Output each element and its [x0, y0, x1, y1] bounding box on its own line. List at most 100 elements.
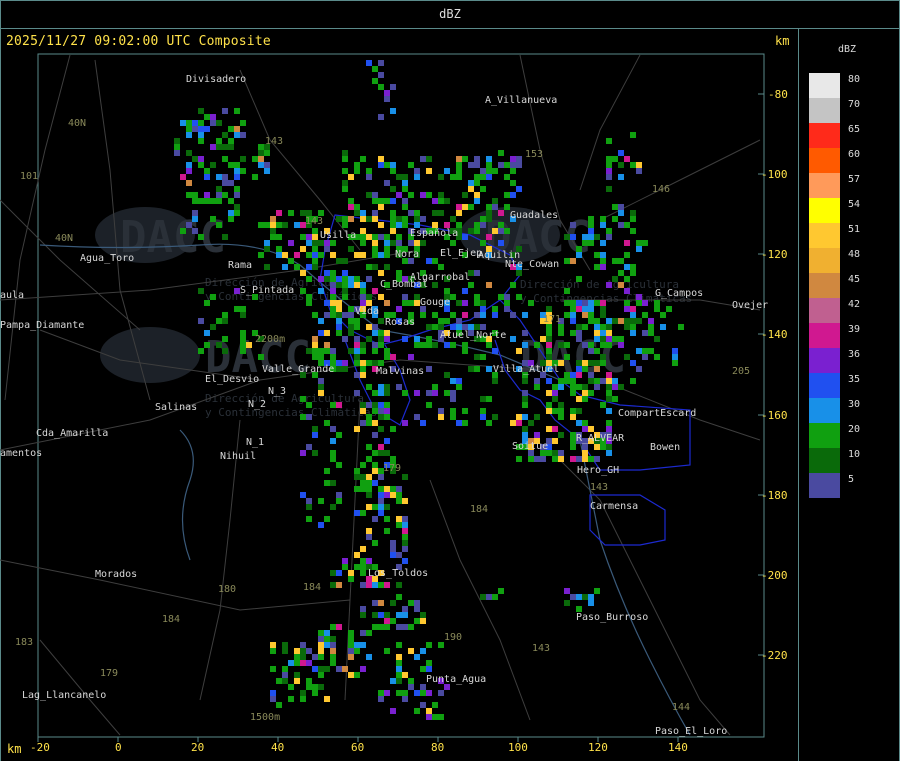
echo-pixel	[438, 210, 444, 216]
echo-pixel	[282, 642, 288, 648]
legend-swatch	[809, 123, 840, 148]
echo-pixel	[306, 276, 312, 282]
echo-pixel	[306, 252, 312, 258]
echo-pixel	[438, 198, 444, 204]
echo-pixel	[384, 330, 390, 336]
echo-pixel	[378, 600, 384, 606]
echo-pixel	[486, 342, 492, 348]
place-label: Soitue	[512, 441, 548, 452]
echo-pixel	[264, 240, 270, 246]
echo-pixel	[636, 240, 642, 246]
echo-pixel	[420, 312, 426, 318]
echo-pixel	[354, 162, 360, 168]
echo-pixel	[270, 222, 276, 228]
echo-pixel	[276, 222, 282, 228]
echo-pixel	[660, 312, 666, 318]
echo-pixel	[324, 312, 330, 318]
unit-label-bottom: km	[7, 742, 22, 756]
echo-pixel	[630, 228, 636, 234]
echo-pixel	[324, 468, 330, 474]
echo-pixel	[468, 180, 474, 186]
echo-pixel	[306, 234, 312, 240]
echo-pixel	[192, 198, 198, 204]
echo-pixel	[600, 378, 606, 384]
echo-pixel	[336, 582, 342, 588]
route-label: 205	[732, 366, 750, 377]
echo-pixel	[606, 162, 612, 168]
echo-pixel	[372, 408, 378, 414]
echo-pixel	[186, 180, 192, 186]
echo-pixel	[450, 408, 456, 414]
echo-pixel	[186, 150, 192, 156]
echo-pixel	[558, 450, 564, 456]
echo-pixel	[588, 318, 594, 324]
echo-pixel	[408, 210, 414, 216]
echo-pixel	[390, 222, 396, 228]
echo-pixel	[408, 648, 414, 654]
echo-pixel	[354, 252, 360, 258]
echo-pixel	[342, 294, 348, 300]
echo-pixel	[528, 456, 534, 462]
echo-pixel	[414, 654, 420, 660]
echo-pixel	[450, 240, 456, 246]
echo-pixel	[606, 444, 612, 450]
echo-pixel	[612, 216, 618, 222]
echo-pixel	[450, 414, 456, 420]
echo-pixel	[510, 156, 516, 162]
echo-pixel	[594, 456, 600, 462]
echo-pixel	[576, 408, 582, 414]
echo-pixel	[408, 600, 414, 606]
echo-pixel	[498, 294, 504, 300]
echo-pixel	[270, 216, 276, 222]
echo-pixel	[354, 354, 360, 360]
echo-pixel	[600, 444, 606, 450]
echo-pixel	[348, 318, 354, 324]
echo-pixel	[354, 324, 360, 330]
echo-pixel	[474, 198, 480, 204]
echo-pixel	[582, 300, 588, 306]
echo-pixel	[378, 414, 384, 420]
echo-pixel	[378, 696, 384, 702]
echo-pixel	[492, 312, 498, 318]
echo-pixel	[600, 354, 606, 360]
echo-pixel	[378, 198, 384, 204]
echo-pixel	[492, 228, 498, 234]
echo-pixel	[474, 312, 480, 318]
echo-pixel	[606, 450, 612, 456]
echo-pixel	[306, 678, 312, 684]
echo-pixel	[606, 396, 612, 402]
echo-pixel	[414, 174, 420, 180]
echo-pixel	[378, 486, 384, 492]
echo-pixel	[360, 360, 366, 366]
echo-pixel	[258, 162, 264, 168]
echo-pixel	[582, 594, 588, 600]
echo-pixel	[426, 402, 432, 408]
echo-pixel	[378, 384, 384, 390]
echo-pixel	[420, 216, 426, 222]
echo-pixel	[276, 234, 282, 240]
echo-pixel	[600, 216, 606, 222]
radar-map[interactable]: DACC DACC DACC DACC Dirección de Agricul…	[0, 0, 798, 761]
echo-pixel	[582, 384, 588, 390]
echo-pixel	[204, 168, 210, 174]
echo-pixel	[462, 204, 468, 210]
x-tick-label: 120	[588, 741, 608, 754]
echo-pixel	[618, 258, 624, 264]
place-label: N_1	[246, 437, 264, 448]
echo-pixel	[390, 228, 396, 234]
echo-pixel	[204, 114, 210, 120]
echo-pixel	[282, 666, 288, 672]
echo-pixel	[510, 162, 516, 168]
echo-pixel	[222, 318, 228, 324]
echo-pixel	[516, 156, 522, 162]
echo-pixel	[600, 312, 606, 318]
echo-pixel	[480, 408, 486, 414]
echo-pixel	[378, 222, 384, 228]
echo-pixel	[402, 534, 408, 540]
echo-pixel	[588, 456, 594, 462]
echo-pixel	[588, 426, 594, 432]
echo-pixel	[480, 300, 486, 306]
route-label: 143	[265, 136, 283, 147]
echo-pixel	[414, 618, 420, 624]
echo-pixel	[618, 222, 624, 228]
